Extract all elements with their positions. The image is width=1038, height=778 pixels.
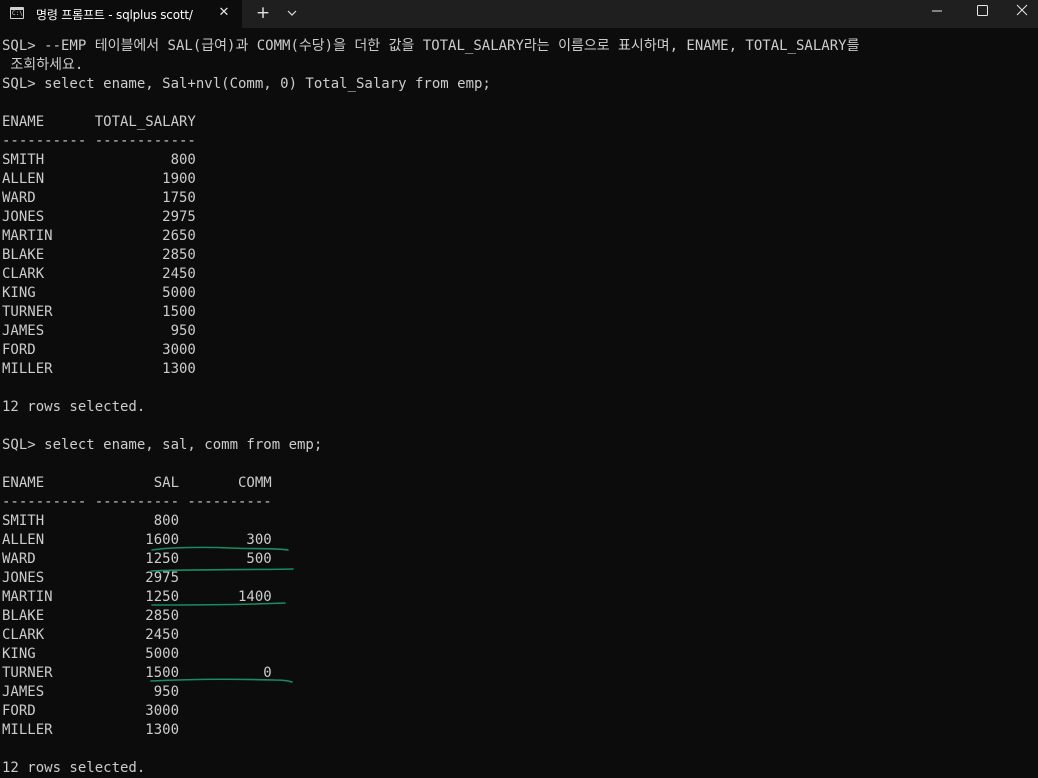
console-line: SMITH 800 [2, 152, 196, 168]
terminal-icon: C:\ [10, 7, 24, 19]
minimize-button[interactable] [914, 0, 960, 22]
title-bar[interactable]: C:\ 명령 프롬프트 - sqlplus scott/ ✕ + [0, 0, 1038, 28]
console-line: WARD 1750 [2, 190, 196, 206]
console-line: ALLEN 1900 [2, 171, 196, 187]
console-line: KING 5000 [2, 285, 196, 301]
console-line: FORD 3000 [2, 703, 180, 719]
plus-icon: + [255, 3, 271, 23]
tab-title: 명령 프롬프트 - sqlplus scott/ [36, 8, 193, 22]
console-line: ALLEN 1600 300 [2, 532, 272, 548]
new-tab-button[interactable]: + [252, 3, 274, 23]
console-line: JAMES 950 [2, 323, 196, 339]
console-line: MARTIN 1250 1400 [2, 589, 272, 605]
console-line: CLARK 2450 [2, 627, 180, 643]
console-line: SQL> select ename, Sal+nvl(Comm, 0) Tota… [2, 76, 491, 92]
console-line: TURNER 1500 0 [2, 665, 272, 681]
tab-dropdown-button[interactable] [282, 3, 302, 23]
console-line: JAMES 950 [2, 684, 180, 700]
console-line: BLAKE 2850 [2, 247, 196, 263]
console-line: 12 rows selected. [2, 399, 146, 415]
console-line: ENAME TOTAL_SALARY [2, 114, 196, 130]
console-line: ---------- ---------- ---------- [2, 494, 272, 510]
console-line: SQL> --EMP 테이블에서 SAL(급여)과 COMM(수당)을 더한 값… [2, 38, 860, 54]
console-line: TURNER 1500 [2, 304, 196, 320]
console-line: ENAME SAL COMM [2, 475, 272, 491]
maximize-button[interactable] [960, 0, 1006, 22]
console-line: MARTIN 2650 [2, 228, 196, 244]
console-line: 12 rows selected. [2, 760, 146, 776]
console-line: WARD 1250 500 [2, 551, 272, 567]
terminal-window: C:\ 명령 프롬프트 - sqlplus scott/ ✕ + SQL> --… [0, 0, 1038, 778]
close-tab-button[interactable]: ✕ [214, 3, 234, 23]
console-line: ---------- ------------ [2, 133, 196, 149]
console-output[interactable]: SQL> --EMP 테이블에서 SAL(급여)과 COMM(수당)을 더한 값… [2, 37, 1036, 778]
console-line: FORD 3000 [2, 342, 196, 358]
console-line: SMITH 800 [2, 513, 180, 529]
console-line: BLAKE 2850 [2, 608, 180, 624]
close-window-button[interactable] [1006, 0, 1038, 22]
close-icon [1016, 4, 1028, 16]
console-line: JONES 2975 [2, 570, 180, 586]
chevron-down-icon [287, 10, 297, 16]
console-line: CLARK 2450 [2, 266, 196, 282]
console-line: JONES 2975 [2, 209, 196, 225]
maximize-icon [977, 5, 988, 16]
tab-command-prompt[interactable]: C:\ 명령 프롬프트 - sqlplus scott/ ✕ [0, 0, 242, 28]
console-line: MILLER 1300 [2, 361, 196, 377]
console-line: KING 5000 [2, 646, 180, 662]
console-line: 조회하세요. [2, 57, 84, 73]
console-line: MILLER 1300 [2, 722, 180, 738]
close-icon: ✕ [218, 5, 230, 20]
console-line: SQL> select ename, sal, comm from emp; [2, 437, 323, 453]
minimize-icon [932, 10, 942, 12]
